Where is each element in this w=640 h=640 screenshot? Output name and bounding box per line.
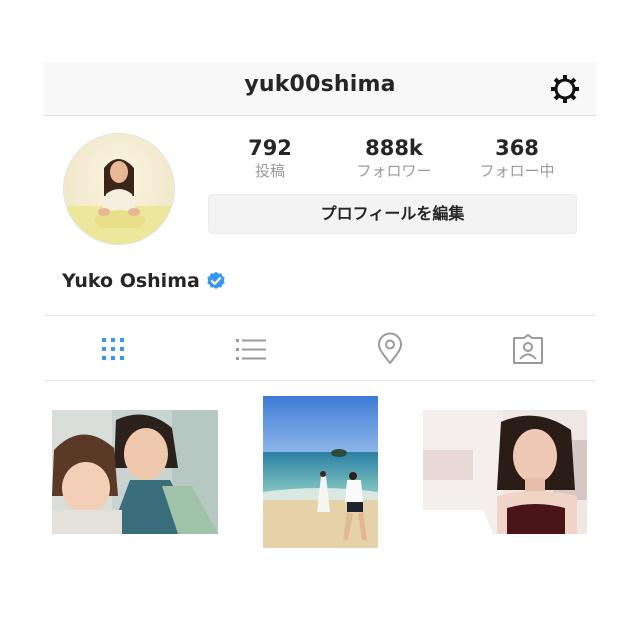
post-photo: [52, 410, 218, 534]
post-photo: [263, 396, 378, 548]
username-title: yuk00shima: [244, 72, 396, 97]
gear-icon[interactable]: [548, 72, 582, 106]
grid-icon[interactable]: [96, 332, 130, 366]
display-name: Yuko Oshima: [62, 270, 200, 292]
location-pin-icon[interactable]: [373, 332, 407, 366]
stat-following[interactable]: 368 フォロー中: [457, 135, 577, 181]
stat-posts[interactable]: 792 投稿: [210, 135, 330, 181]
profile-header: yuk00shima: [44, 62, 596, 116]
post-thumbnail[interactable]: [52, 410, 218, 534]
following-count: 368: [495, 136, 539, 160]
tagged-user-icon[interactable]: [511, 332, 545, 366]
avatar[interactable]: [63, 133, 175, 245]
posts-label: 投稿: [254, 162, 285, 180]
posts-count: 792: [248, 136, 292, 160]
profile-tabs: [44, 315, 596, 381]
stat-followers[interactable]: 888k フォロワー: [334, 135, 454, 181]
following-label: フォロー中: [479, 162, 555, 180]
edit-profile-button[interactable]: プロフィールを編集: [208, 194, 577, 234]
post-thumbnail[interactable]: [263, 396, 378, 548]
verified-badge-icon: [207, 271, 225, 289]
list-icon[interactable]: [234, 332, 268, 366]
profile-name-row: Yuko Oshima: [62, 268, 226, 294]
avatar-photo: [64, 134, 174, 244]
followers-count: 888k: [365, 136, 423, 160]
post-photo: [423, 410, 587, 534]
post-thumbnail[interactable]: [423, 410, 587, 534]
followers-label: フォロワー: [356, 162, 432, 180]
